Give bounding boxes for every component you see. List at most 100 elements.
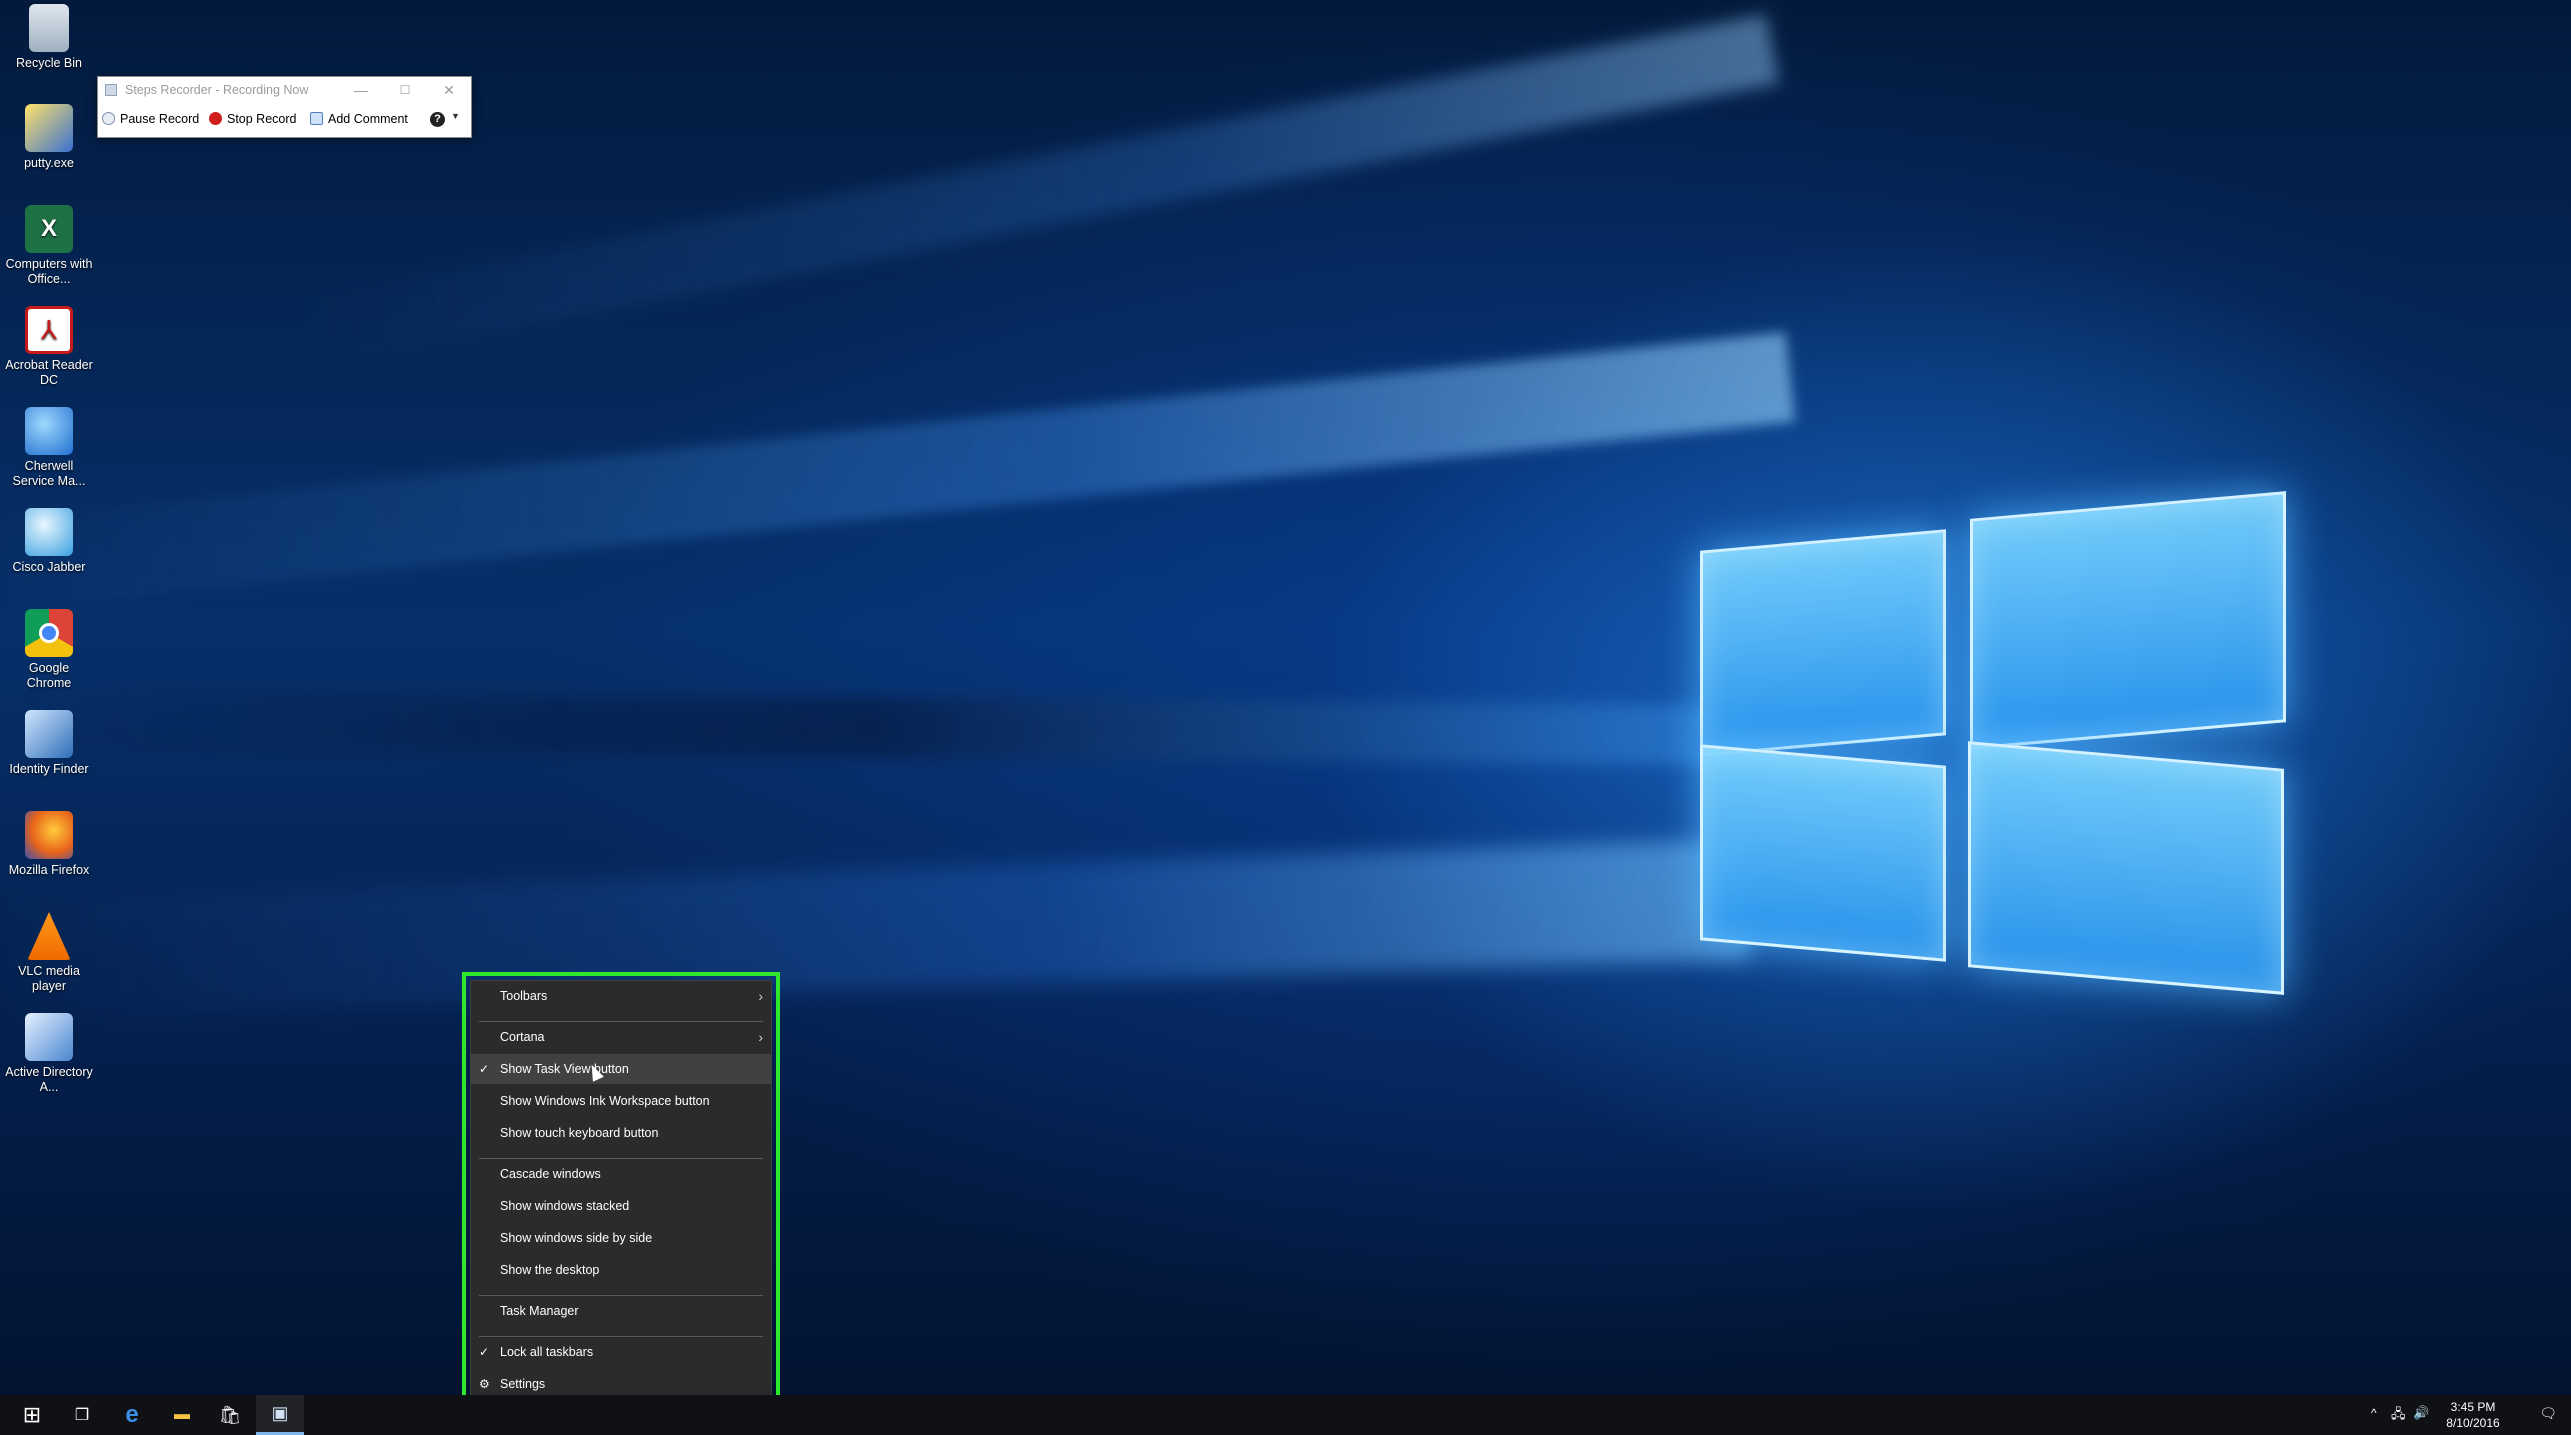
chevron-down-icon[interactable]: ▼ <box>451 111 460 121</box>
menu-item-label: Show windows stacked <box>500 1199 630 1213</box>
pause-icon <box>102 112 115 125</box>
desktop-icon-vlc[interactable]: VLC media player <box>5 912 93 994</box>
menu-item-label: Show Windows Ink Workspace button <box>500 1094 710 1108</box>
desktop-icon-putty[interactable]: putty.exe <box>5 104 93 171</box>
chrome-icon <box>25 609 73 657</box>
vlc-icon <box>27 912 71 960</box>
desktop-icon-label: Mozilla Firefox <box>8 863 90 877</box>
task-view-button[interactable]: ❐ <box>58 1395 106 1435</box>
desktop-icon-active-directory[interactable]: Active Directory A... <box>5 1013 93 1095</box>
desktop-icon-chrome[interactable]: Google Chrome <box>5 609 93 691</box>
minimize-button[interactable]: — <box>339 77 383 103</box>
start-button[interactable]: ⊞ <box>8 1395 56 1435</box>
desktop-icon-excel[interactable]: X Computers with Office... <box>5 205 93 287</box>
menu-item-label: Cortana <box>500 1030 545 1044</box>
help-icon[interactable]: ? <box>430 112 445 127</box>
menu-item-cortana[interactable]: Cortana › <box>471 1022 771 1052</box>
menu-item-show-desktop[interactable]: Show the desktop <box>471 1255 771 1285</box>
steps-recorder-taskbar-icon[interactable]: ▣ <box>256 1395 304 1435</box>
desktop-icon-label: Cherwell Service Ma... <box>12 459 86 488</box>
light-beam <box>0 332 1795 610</box>
taskbar[interactable]: ⊞ ❐ e ▬ 🛍 ▣ ^ 🖧 🔊 3:45 PM 8/10/2016 🗨 <box>0 1395 2571 1435</box>
menu-item-task-manager[interactable]: Task Manager <box>471 1296 771 1326</box>
gear-icon: ⚙ <box>479 1377 490 1391</box>
desktop-icon-recycle-bin[interactable]: Recycle Bin <box>5 4 93 71</box>
pause-record-button[interactable]: Pause Record <box>102 111 199 127</box>
menu-item-label: Lock all taskbars <box>500 1345 594 1359</box>
steps-recorder-titlebar[interactable]: Steps Recorder - Recording Now — ☐ ✕ <box>98 77 471 103</box>
menu-item-label: Cascade windows <box>500 1167 601 1181</box>
clock-time: 3:45 PM <box>2450 1400 2496 1414</box>
windows-logo-pane <box>1700 529 1946 757</box>
desktop-icon-label: putty.exe <box>24 156 74 170</box>
add-comment-button[interactable]: Add Comment <box>310 111 408 127</box>
desktop-icon-acrobat[interactable]: ⅄ Acrobat Reader DC <box>5 306 93 388</box>
checkmark-icon: ✓ <box>479 1062 490 1076</box>
putty-icon <box>25 104 73 152</box>
menu-item-windows-side-by-side[interactable]: Show windows side by side <box>471 1223 771 1253</box>
desktop-background[interactable]: Recycle Bin putty.exe X Computers with O… <box>0 0 2571 1395</box>
active-directory-icon <box>25 1013 73 1061</box>
checkmark-icon: ✓ <box>479 1345 490 1359</box>
file-explorer-icon[interactable]: ▬ <box>158 1395 206 1435</box>
windows-logo-pane <box>1970 491 2286 750</box>
menu-item-show-task-view[interactable]: ✓ Show Task View button <box>471 1054 771 1084</box>
menu-item-lock-taskbars[interactable]: ✓ Lock all taskbars <box>471 1337 771 1367</box>
desktop-icon-cisco-jabber[interactable]: Cisco Jabber <box>5 508 93 575</box>
light-beam <box>0 690 1751 766</box>
desktop-icon-firefox[interactable]: Mozilla Firefox <box>5 811 93 878</box>
volume-icon[interactable]: 🔊 <box>2413 1405 2429 1421</box>
menu-item-cascade-windows[interactable]: Cascade windows <box>471 1159 771 1189</box>
light-beam <box>293 14 1780 370</box>
maximize-button[interactable]: ☐ <box>383 77 427 103</box>
stop-icon <box>209 112 222 125</box>
cisco-jabber-icon <box>25 508 73 556</box>
cherwell-icon <box>25 407 73 455</box>
recycle-bin-icon <box>29 4 69 52</box>
action-center-icon[interactable]: 🗨 <box>2539 1405 2557 1422</box>
menu-item-label: Show windows side by side <box>500 1231 653 1245</box>
clock[interactable]: 3:45 PM 8/10/2016 <box>2433 1399 2513 1431</box>
store-icon[interactable]: 🛍 <box>206 1395 254 1435</box>
desktop-icon-label: Google Chrome <box>26 661 72 690</box>
chevron-up-icon[interactable]: ^ <box>2371 1406 2377 1420</box>
add-comment-label: Add Comment <box>328 112 408 126</box>
stop-record-label: Stop Record <box>227 112 297 126</box>
menu-item-show-touch-keyboard[interactable]: Show touch keyboard button <box>471 1118 771 1148</box>
taskbar-context-menu: Toolbars › Cortana › ✓ Show Task View bu… <box>470 980 772 1395</box>
firefox-icon <box>25 811 73 859</box>
menu-item-label: Task Manager <box>500 1304 579 1318</box>
edge-icon[interactable]: e <box>108 1395 156 1435</box>
chevron-right-icon: › <box>758 988 763 1004</box>
system-tray: ^ 🖧 🔊 3:45 PM 8/10/2016 🗨 <box>2371 1395 2571 1435</box>
desktop-icon-label: Identity Finder <box>9 762 89 776</box>
close-button[interactable]: ✕ <box>427 77 471 103</box>
desktop-icon-identity-finder[interactable]: Identity Finder <box>5 710 93 777</box>
menu-item-label: Settings <box>500 1377 546 1391</box>
menu-item-label: Show touch keyboard button <box>500 1126 659 1140</box>
identity-finder-icon <box>25 710 73 758</box>
menu-item-label: Show Task View button <box>500 1062 629 1076</box>
desktop-icon-label: VLC media player <box>18 964 80 993</box>
menu-item-toolbars[interactable]: Toolbars › <box>471 981 771 1011</box>
desktop-icon-label: Recycle Bin <box>16 56 82 70</box>
windows-logo-pane <box>1700 744 1946 962</box>
steps-recorder-toolbar: Pause Record Stop Record Add Comment ? ▼ <box>98 105 471 133</box>
comment-icon <box>310 112 323 125</box>
stop-record-button[interactable]: Stop Record <box>209 111 296 127</box>
excel-icon: X <box>25 205 73 253</box>
menu-item-settings[interactable]: ⚙ Settings <box>471 1369 771 1395</box>
menu-item-show-ink-workspace[interactable]: Show Windows Ink Workspace button <box>471 1086 771 1116</box>
desktop-icon-label: Acrobat Reader DC <box>5 358 93 387</box>
steps-recorder-window[interactable]: Steps Recorder - Recording Now — ☐ ✕ Pau… <box>97 76 472 138</box>
network-icon[interactable]: 🖧 <box>2391 1405 2406 1427</box>
menu-item-label: Toolbars <box>500 989 548 1003</box>
windows-logo-pane <box>1968 741 2284 995</box>
clock-date: 8/10/2016 <box>2446 1416 2500 1430</box>
menu-item-windows-stacked[interactable]: Show windows stacked <box>471 1191 771 1221</box>
window-title: Steps Recorder - Recording Now <box>125 83 309 97</box>
light-beam <box>0 838 1752 1020</box>
desktop-icon-cherwell[interactable]: Cherwell Service Ma... <box>5 407 93 489</box>
windows-logo <box>1690 455 2290 1055</box>
menu-item-label: Show the desktop <box>500 1263 600 1277</box>
